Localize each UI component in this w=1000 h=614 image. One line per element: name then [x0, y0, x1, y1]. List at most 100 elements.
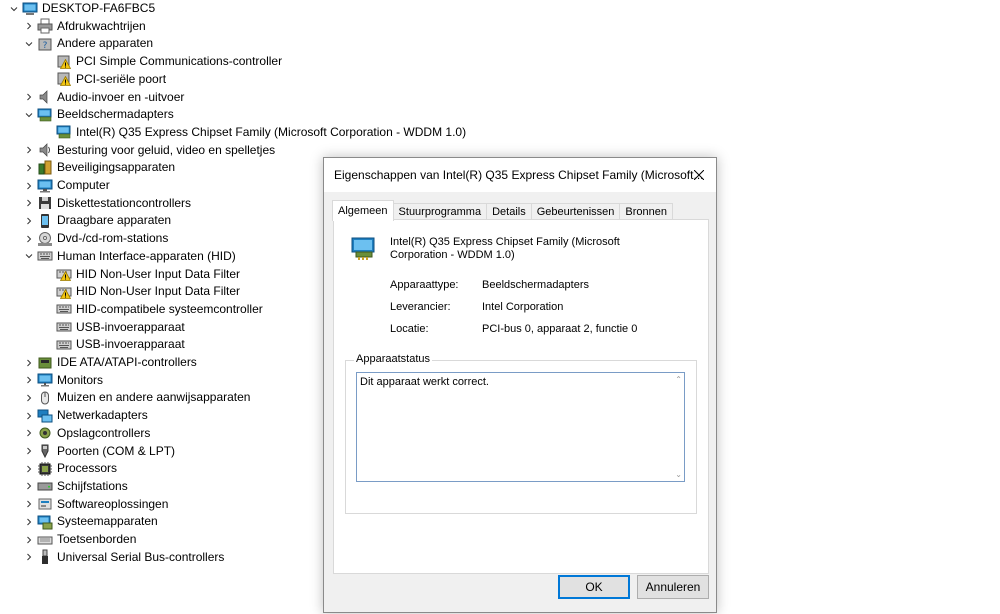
- chevron-right-icon[interactable]: [21, 177, 37, 194]
- tree-item-label: Diskettestationcontrollers: [57, 195, 192, 210]
- dvd-icon: [37, 231, 53, 247]
- tree-item-label: Andere apparaten: [57, 36, 154, 51]
- tree-item-cat-11[interactable]: IDE ATA/ATAPI-controllers: [21, 354, 197, 371]
- tree-item-cat-6[interactable]: Computer: [21, 177, 110, 194]
- chevron-right-icon[interactable]: [21, 389, 37, 406]
- hid-icon: [56, 319, 72, 335]
- close-icon[interactable]: [682, 158, 716, 192]
- scroll-down-icon[interactable]: ⌄: [675, 470, 682, 479]
- tree-item-cat-20[interactable]: Systeemapparaten: [21, 513, 158, 530]
- tree-item-cat-16[interactable]: Poorten (COM & LPT): [21, 443, 175, 460]
- chevron-right-icon[interactable]: [21, 478, 37, 495]
- tree-item-cat-4[interactable]: Besturing voor geluid, video en spelletj…: [21, 142, 275, 159]
- chevron-right-icon[interactable]: [21, 142, 37, 159]
- tree-item-cat-17[interactable]: Processors: [21, 460, 117, 477]
- tree-item-cat-22[interactable]: Universal Serial Bus-controllers: [21, 549, 224, 566]
- tree-item-cat-2[interactable]: Audio-invoer en -uitvoer: [21, 89, 184, 106]
- hid-icon: [37, 248, 53, 264]
- tree-item-cat-0[interactable]: Afdrukwachtrijen: [21, 18, 146, 35]
- display-adapter-icon: [37, 107, 53, 123]
- tree-item-label: Systeemapparaten: [57, 514, 158, 529]
- chevron-right-icon[interactable]: [21, 425, 37, 442]
- tree-item-root[interactable]: DESKTOP-FA6FBC5: [6, 0, 155, 17]
- tree-item-dev-3-0[interactable]: Intel(R) Q35 Express Chipset Family (Mic…: [56, 124, 466, 141]
- chevron-down-icon[interactable]: [21, 106, 37, 123]
- tree-item-label: Softwareoplossingen: [57, 496, 169, 511]
- chevron-right-icon[interactable]: [21, 549, 37, 566]
- chevron-down-icon[interactable]: [21, 248, 37, 265]
- location-value: PCI-bus 0, apparaat 2, functie 0: [482, 323, 638, 335]
- tree-item-cat-10[interactable]: Human Interface-apparaten (HID): [21, 248, 236, 265]
- tree-item-cat-8[interactable]: Draagbare apparaten: [21, 212, 171, 229]
- tree-item-cat-9[interactable]: Dvd-/cd-rom-stations: [21, 230, 168, 247]
- chevron-right-icon[interactable]: [21, 407, 37, 424]
- device-status-textbox[interactable]: Dit apparaat werkt correct. ⌃ ⌄: [356, 372, 685, 482]
- tree-item-cat-19[interactable]: Softwareoplossingen: [21, 496, 168, 513]
- tree-item-label: Besturing voor geluid, video en spelletj…: [57, 142, 276, 157]
- tree-item-cat-13[interactable]: Muizen en andere aanwijsapparaten: [21, 389, 250, 406]
- tree-item-cat-1[interactable]: ? Andere apparaten: [21, 35, 153, 52]
- tree-item-label: Schijfstations: [57, 478, 128, 493]
- tree-item-dev-10-4[interactable]: USB-invoerapparaat: [56, 336, 185, 353]
- tree-item-label: USB-invoerapparaat: [76, 319, 185, 334]
- tab-general[interactable]: Algemeen: [332, 200, 394, 221]
- chevron-right-icon[interactable]: [21, 195, 37, 212]
- mouse-icon: [37, 390, 53, 406]
- tree-item-label: HID Non-User Input Data Filter: [76, 284, 241, 299]
- warning-device-icon: [56, 54, 72, 70]
- vendor-value: Intel Corporation: [482, 301, 564, 313]
- chevron-right-icon[interactable]: [21, 89, 37, 106]
- tree-item-cat-15[interactable]: Opslagcontrollers: [21, 425, 150, 442]
- tree-item-label: Toetsenborden: [57, 532, 137, 546]
- tree-item-label: USB-invoerapparaat: [76, 337, 185, 352]
- speaker-icon: [37, 89, 53, 105]
- tree-item-label: Universal Serial Bus-controllers: [57, 549, 225, 564]
- unknown-device-icon: ?: [37, 36, 53, 52]
- storage-controller-icon: [37, 425, 53, 441]
- tree-item-cat-21[interactable]: Toetsenborden: [21, 531, 136, 548]
- tree-item-cat-5[interactable]: Beveiligingsapparaten: [21, 159, 175, 176]
- chevron-right-icon[interactable]: [21, 230, 37, 247]
- device-status-text: Dit apparaat werkt correct.: [360, 376, 489, 388]
- keyboard-icon: [37, 532, 53, 548]
- cancel-button[interactable]: Annuleren: [637, 575, 709, 599]
- tree-item-cat-3[interactable]: Beeldschermadapters: [21, 106, 174, 123]
- scroll-up-icon[interactable]: ⌃: [675, 375, 682, 384]
- tree-item-dev-1-1[interactable]: PCI-seriële poort: [56, 71, 166, 88]
- chevron-right-icon[interactable]: [21, 372, 37, 389]
- chevron-right-icon[interactable]: [21, 496, 37, 513]
- tree-item-cat-14[interactable]: Netwerkadapters: [21, 407, 148, 424]
- port-icon: [37, 443, 53, 459]
- device-status-title: Apparaatstatus: [354, 353, 432, 365]
- tree-item-dev-10-0[interactable]: HID Non-User Input Data Filter: [56, 266, 240, 283]
- printer-queue-icon: [37, 18, 53, 34]
- chevron-right-icon[interactable]: [21, 354, 37, 371]
- tree-item-label: HID Non-User Input Data Filter: [76, 266, 241, 281]
- chevron-down-icon[interactable]: [6, 0, 22, 17]
- tree-item-dev-10-3[interactable]: USB-invoerapparaat: [56, 319, 185, 336]
- tree-item-dev-10-2[interactable]: HID-compatibele systeemcontroller: [56, 301, 263, 318]
- tree-item-cat-18[interactable]: Schijfstations: [21, 478, 128, 495]
- tree-item-label: IDE ATA/ATAPI-controllers: [57, 355, 197, 369]
- chevron-right-icon[interactable]: [21, 18, 37, 35]
- chevron-down-icon[interactable]: [21, 35, 37, 52]
- chevron-right-icon[interactable]: [21, 460, 37, 477]
- tree-item-cat-7[interactable]: Diskettestationcontrollers: [21, 195, 191, 212]
- chevron-right-icon[interactable]: [21, 159, 37, 176]
- chevron-right-icon[interactable]: [21, 212, 37, 229]
- chevron-right-icon[interactable]: [21, 513, 37, 530]
- tree-item-cat-12[interactable]: Monitors: [21, 372, 103, 389]
- disk-drive-icon: [37, 478, 53, 494]
- location-label: Locatie:: [390, 323, 429, 335]
- chevron-right-icon[interactable]: [21, 531, 37, 548]
- hid-warning-icon: [56, 266, 72, 282]
- tree-item-label: Human Interface-apparaten (HID): [57, 248, 236, 263]
- chevron-right-icon[interactable]: [21, 443, 37, 460]
- ok-button[interactable]: OK: [558, 575, 630, 599]
- portable-device-icon: [37, 213, 53, 229]
- tree-item-dev-10-1[interactable]: HID Non-User Input Data Filter: [56, 283, 240, 300]
- monitor-icon: [37, 372, 53, 388]
- dialog-titlebar[interactable]: Eigenschappen van Intel(R) Q35 Express C…: [324, 158, 716, 192]
- usb-icon: [37, 549, 53, 565]
- tree-item-dev-1-0[interactable]: PCI Simple Communications-controller: [56, 53, 282, 70]
